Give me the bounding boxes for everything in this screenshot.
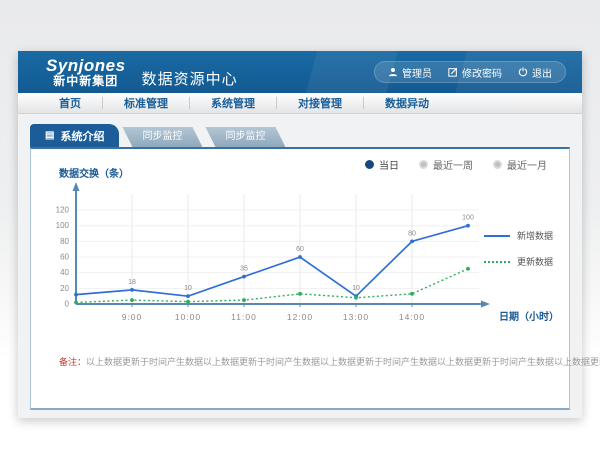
svg-text:20: 20	[60, 284, 69, 293]
svg-text:40: 40	[60, 268, 69, 277]
time-range-filters: 当日 最近一周 最近一月	[365, 157, 547, 172]
svg-text:60: 60	[296, 246, 304, 253]
radio-icon	[365, 160, 374, 169]
power-icon	[518, 67, 528, 77]
change-password-button[interactable]: 修改密码	[448, 65, 502, 80]
svg-text:13:00: 13:00	[343, 312, 369, 322]
svg-text:日期（小时）: 日期（小时）	[499, 310, 559, 323]
legend-item-update-data: 更新数据	[484, 255, 553, 268]
svg-text:10: 10	[184, 285, 192, 292]
svg-text:10:00: 10:00	[175, 312, 201, 322]
document-icon: ▤	[45, 131, 54, 141]
radio-today[interactable]: 当日	[365, 157, 399, 172]
tab-bar: ▤ 系统介绍 同步监控 同步监控	[30, 124, 582, 147]
svg-text:9:00: 9:00	[122, 312, 143, 322]
svg-text:12:00: 12:00	[287, 312, 313, 322]
nav-item-interface-mgmt[interactable]: 对接管理	[277, 95, 363, 111]
current-user[interactable]: 管理员	[388, 65, 432, 80]
page-title: 数据资源中心	[142, 68, 238, 89]
app-header: Synjones 新中新集团 数据资源中心 管理员 修改密码 退出	[18, 51, 582, 93]
svg-text:80: 80	[60, 237, 69, 246]
nav-item-standard-mgmt[interactable]: 标准管理	[103, 95, 189, 111]
legend-update-data-label: 更新数据	[517, 255, 553, 268]
logout-label: 退出	[532, 65, 552, 80]
content-panel: 当日 最近一周 最近一月 数据交换（条） 0 20 40 60 80 100 120 9:00…	[30, 147, 570, 410]
logo-en-text: Synjones	[46, 57, 126, 75]
main-nav: 首页 标准管理 系统管理 对接管理 数据异动	[18, 93, 582, 114]
app-window: Synjones 新中新集团 数据资源中心 管理员 修改密码 退出	[18, 51, 582, 418]
svg-text:100: 100	[56, 221, 70, 230]
svg-text:120: 120	[56, 206, 70, 215]
tab-sync-monitor-1[interactable]: 同步监控	[122, 127, 202, 147]
radio-last-month-label: 最近一月	[507, 157, 547, 172]
nav-item-home[interactable]: 首页	[38, 95, 102, 111]
svg-text:0: 0	[65, 300, 70, 309]
blue-line-swatch	[484, 235, 510, 237]
edit-icon	[448, 67, 458, 77]
svg-text:80: 80	[408, 230, 416, 237]
svg-text:100: 100	[462, 215, 474, 222]
logout-button[interactable]: 退出	[518, 65, 552, 80]
note-text: 以上数据更新于时间产生数据以上数据更新于时间产生数据以上数据更新于时间产生数据以…	[86, 357, 600, 367]
data-exchange-line-chart: 0 20 40 60 80 100 120 9:00 10:00 11:00 12:00 13:00 1…	[31, 149, 569, 412]
nav-item-system-mgmt[interactable]: 系统管理	[190, 95, 276, 111]
svg-text:18: 18	[128, 279, 136, 286]
svg-text:11:00: 11:00	[231, 312, 257, 322]
radio-last-week-label: 最近一周	[433, 157, 473, 172]
footer-note: 备注：以上数据更新于时间产生数据以上数据更新于时间产生数据以上数据更新于时间产生…	[59, 355, 600, 368]
radio-icon	[493, 160, 502, 169]
user-icon	[388, 67, 398, 77]
tab-system-intro-label: 系统介绍	[60, 128, 104, 144]
current-user-label: 管理员	[402, 65, 432, 80]
user-toolbar: 管理员 修改密码 退出	[374, 61, 566, 83]
tab-sync-monitor-2[interactable]: 同步监控	[205, 127, 285, 147]
svg-text:10: 10	[352, 285, 360, 292]
svg-text:35: 35	[240, 266, 248, 273]
note-prefix: 备注：	[59, 357, 86, 367]
radio-today-label: 当日	[379, 157, 399, 172]
radio-last-week[interactable]: 最近一周	[419, 157, 473, 172]
nav-item-data-change[interactable]: 数据异动	[364, 95, 450, 111]
change-password-label: 修改密码	[462, 65, 502, 80]
tab-system-intro[interactable]: ▤ 系统介绍	[30, 124, 119, 147]
green-dotted-swatch	[484, 261, 510, 263]
company-logo: Synjones 新中新集团	[46, 57, 126, 87]
legend-new-data-label: 新增数据	[517, 229, 553, 242]
svg-text:60: 60	[60, 253, 69, 262]
legend-item-new-data: 新增数据	[484, 229, 553, 242]
radio-last-month[interactable]: 最近一月	[493, 157, 547, 172]
chart-y-axis-title: 数据交换（条）	[59, 165, 129, 180]
svg-text:14:00: 14:00	[399, 312, 425, 322]
page-body: ▤ 系统介绍 同步监控 同步监控 当日 最近一周 最近一月	[18, 114, 582, 418]
chart-legend: 新增数据 更新数据	[484, 229, 553, 268]
logo-cn-text: 新中新集团	[46, 75, 126, 88]
radio-icon	[419, 160, 428, 169]
